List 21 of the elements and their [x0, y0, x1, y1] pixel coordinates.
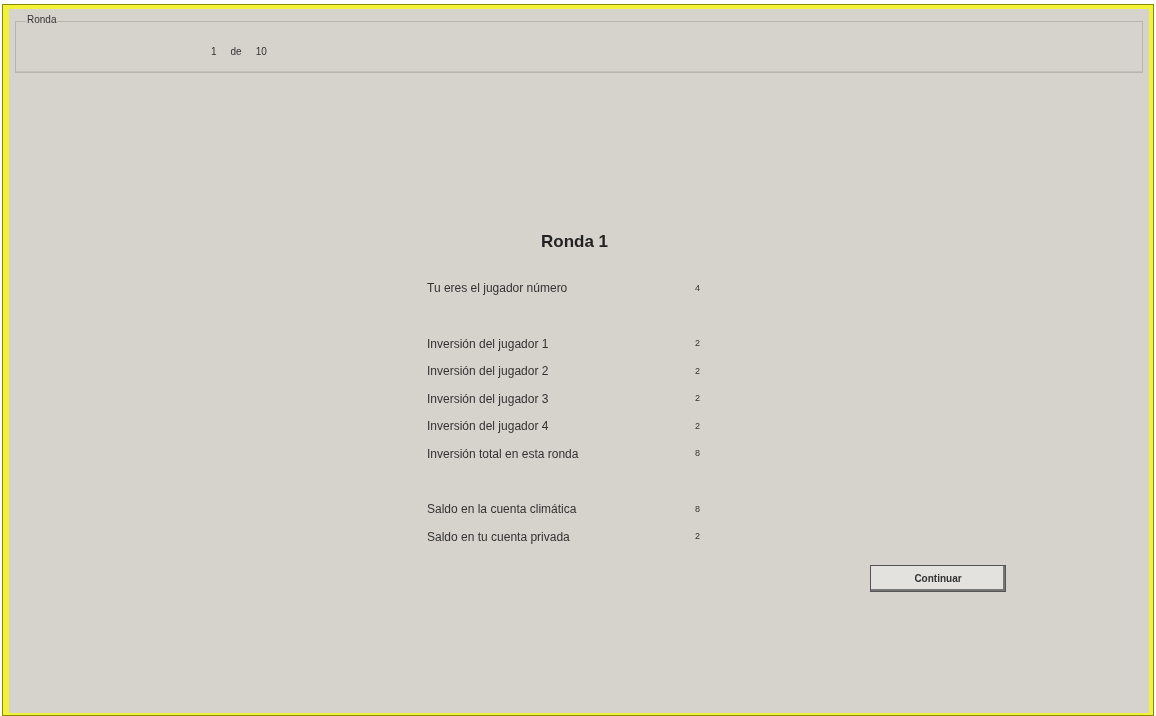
round-separator: de: [230, 45, 242, 59]
row-label: Inversión total en esta ronda: [427, 445, 580, 463]
row-value: 8: [695, 502, 700, 516]
continue-button[interactable]: Continuar: [870, 564, 1006, 592]
summary-title: Ronda 1: [540, 232, 609, 251]
row-value: 4: [695, 281, 700, 295]
row-label: Saldo en tu cuenta privada: [427, 528, 571, 546]
row-label: Inversión del jugador 4: [427, 418, 550, 436]
round-number: 1: [211, 45, 217, 59]
row-value: 2: [695, 364, 700, 378]
row-value: 2: [695, 337, 700, 350]
round-total: 10: [255, 45, 267, 59]
row-label: Saldo en la cuenta climática: [427, 501, 578, 519]
row-label: Tu eres el jugador número: [427, 280, 569, 298]
row-label: Inversión del jugador 3: [427, 390, 550, 408]
row-value: 2: [695, 530, 700, 543]
row-label: Inversión del jugador 1: [427, 335, 550, 353]
row-label: Inversión del jugador 2: [427, 363, 550, 381]
row-value: 8: [695, 447, 700, 460]
row-value: 2: [695, 419, 700, 433]
row-value: 2: [695, 392, 700, 405]
